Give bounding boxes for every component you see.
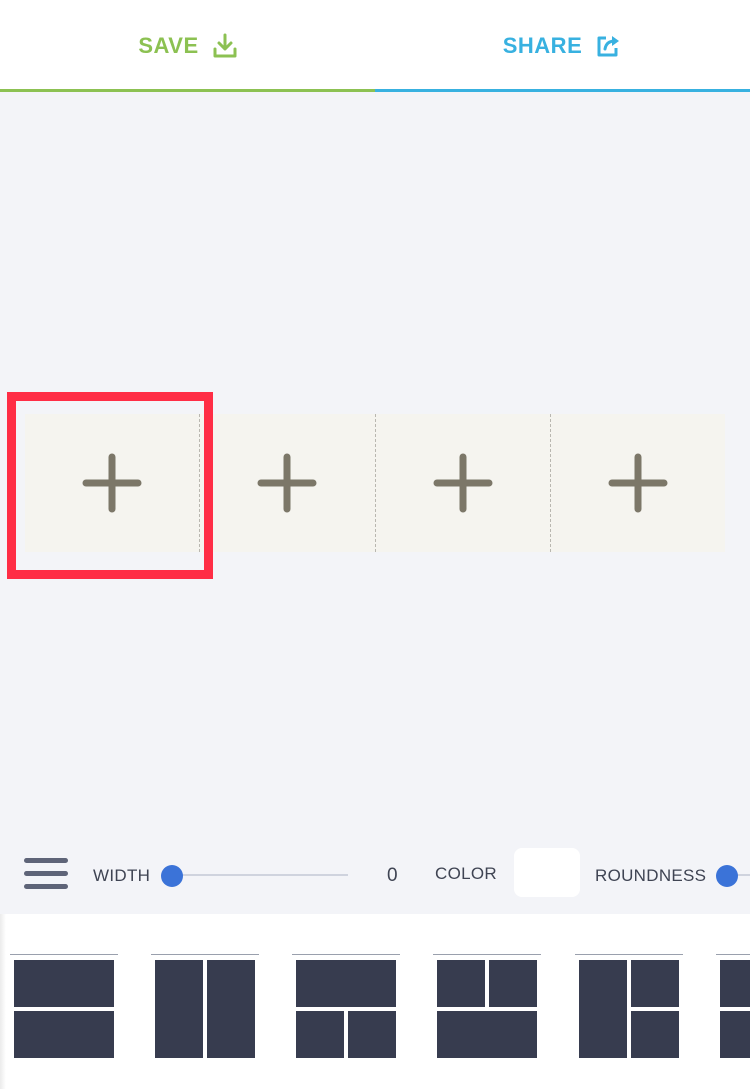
- plus-icon: [257, 453, 317, 513]
- scroll-shadow: [0, 914, 6, 1089]
- plus-icon: [433, 453, 493, 513]
- layout-two-top-one-bottom[interactable]: [433, 954, 541, 1059]
- width-value: 0: [387, 865, 398, 886]
- layout-divider: [716, 954, 750, 955]
- layout-block: [437, 960, 485, 1007]
- layout-block: [720, 960, 750, 1007]
- top-bar: SAVE SHARE: [0, 0, 750, 92]
- layout-two-columns[interactable]: [151, 954, 259, 1059]
- layout-block: [14, 960, 114, 1007]
- roundness-slider-thumb[interactable]: [716, 865, 738, 887]
- layout-block: [579, 960, 627, 1058]
- layout-block: [631, 1011, 679, 1058]
- save-button[interactable]: SAVE: [0, 0, 375, 92]
- collage-cell-1[interactable]: [25, 414, 200, 552]
- layout-block: [437, 1011, 537, 1058]
- plus-icon: [608, 453, 668, 513]
- share-icon: [596, 34, 622, 58]
- layout-partial-next[interactable]: [716, 954, 750, 1059]
- collage-cell-2[interactable]: [199, 414, 375, 552]
- layout-block: [720, 1011, 750, 1058]
- share-label: SHARE: [502, 33, 583, 58]
- share-button[interactable]: SHARE: [375, 0, 750, 92]
- layout-one-top-two-bottom[interactable]: [292, 954, 400, 1059]
- layout-divider: [433, 954, 541, 955]
- width-slider-track: [172, 874, 348, 876]
- hamburger-menu-icon[interactable]: [24, 858, 68, 892]
- layout-divider: [575, 954, 683, 955]
- collage-cell-3[interactable]: [374, 414, 550, 552]
- save-label: SAVE: [138, 33, 199, 58]
- width-label: WIDTH: [93, 866, 151, 885]
- layout-picker: [0, 914, 750, 1089]
- collage-canvas: [0, 92, 750, 818]
- layout-block: [296, 1011, 344, 1058]
- layout-block: [207, 960, 255, 1058]
- layout-divider: [151, 954, 259, 955]
- border-controls: WIDTH 0 COLOR ROUNDNESS: [0, 818, 750, 914]
- layout-block: [348, 1011, 396, 1058]
- layout-block: [296, 960, 396, 1007]
- layout-block: [631, 960, 679, 1007]
- collage-cell-4[interactable]: [549, 414, 725, 552]
- layout-divider: [10, 954, 118, 955]
- color-label: COLOR: [435, 864, 497, 883]
- layout-two-rows[interactable]: [10, 954, 118, 1059]
- plus-icon: [82, 453, 142, 513]
- layout-divider: [292, 954, 400, 955]
- layout-block: [489, 960, 537, 1007]
- layout-block: [14, 1011, 114, 1058]
- layout-block: [155, 960, 203, 1058]
- width-slider-thumb[interactable]: [161, 865, 183, 887]
- download-icon: [213, 33, 237, 59]
- layout-one-left-two-right[interactable]: [575, 954, 683, 1059]
- roundness-label: ROUNDNESS: [595, 866, 707, 885]
- collage-strip: [25, 414, 725, 552]
- color-swatch[interactable]: [514, 848, 580, 897]
